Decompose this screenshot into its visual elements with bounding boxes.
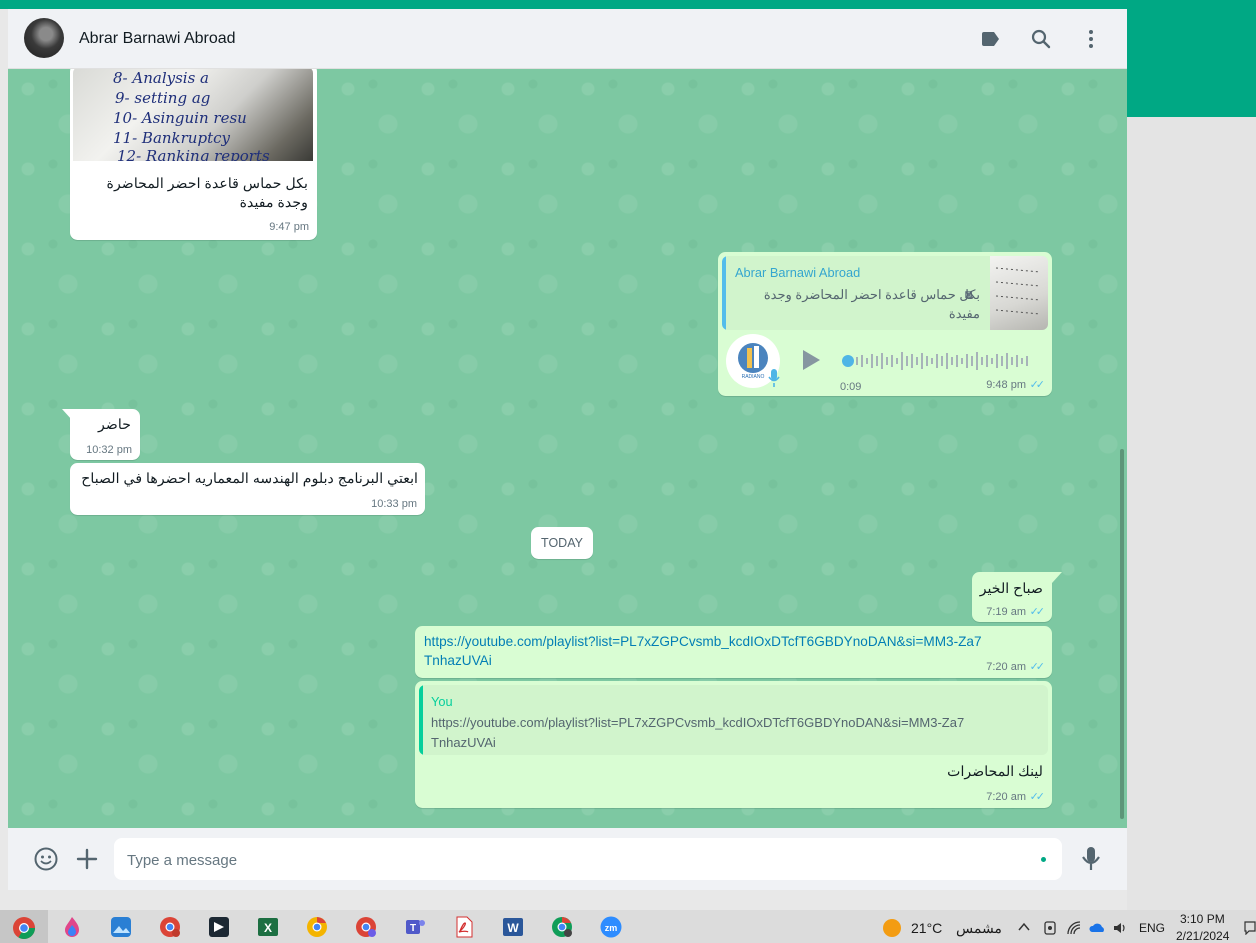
side-panel-accent: [1127, 9, 1256, 117]
message-outgoing-reply[interactable]: You https://youtube.com/playlist?list=PL…: [415, 681, 1052, 808]
onedrive-icon[interactable]: [1089, 920, 1107, 936]
excel-icon[interactable]: X: [257, 916, 279, 938]
clock-date[interactable]: 2/21/2024: [1176, 929, 1229, 943]
side-panel-background: [1127, 117, 1256, 910]
message-time: 10:33 pm: [371, 498, 417, 510]
message-incoming[interactable]: حاضر 10:32 pm: [70, 409, 140, 460]
quoted-author: Abrar Barnawi Abroad: [735, 265, 861, 280]
composer: [8, 828, 1127, 890]
taskbar-active-app[interactable]: [0, 910, 48, 943]
message-caption: بكل حماس قاعدة احضر المحاضرة وجدة مفيدة: [106, 176, 308, 211]
message-list[interactable]: 8- Analysis a 9- setting ag 10- Asinguin…: [8, 69, 1127, 828]
quoted-author: You: [431, 694, 453, 709]
message-time: 7:20 am: [986, 661, 1026, 673]
chrome-profile-icon[interactable]: [551, 916, 573, 938]
handwriting-line: 9- setting ag: [115, 89, 211, 107]
message-photo[interactable]: 8- Analysis a 9- setting ag 10- Asinguin…: [73, 69, 313, 161]
message-incoming[interactable]: ابعتي البرنامج دبلوم الهندسه المعماريه ا…: [70, 463, 425, 515]
handwriting-line: 8- Analysis a: [113, 69, 209, 87]
date-divider: TODAY: [531, 527, 593, 559]
microphone-icon[interactable]: [1081, 845, 1101, 873]
wifi-icon[interactable]: [1066, 920, 1082, 936]
capcut-icon[interactable]: [208, 916, 230, 938]
voice-duration: 0:09: [840, 381, 862, 393]
avatar[interactable]: [24, 18, 64, 58]
acrobat-icon[interactable]: [453, 916, 475, 938]
zoom-icon[interactable]: zm: [600, 916, 622, 938]
handwriting-line: 11- Bankruptcy: [113, 129, 230, 147]
message-time: 7:20 am: [986, 791, 1026, 803]
quoted-thumbnail: [990, 256, 1048, 330]
status-dot-icon: [1041, 857, 1046, 862]
windows-taskbar: X T W zm 21°C مشمس ENG 3:10 PM 2/21/2024: [0, 910, 1256, 943]
language-indicator[interactable]: ENG: [1139, 921, 1165, 935]
message-time: 7:19 am: [986, 606, 1026, 618]
quoted-text: https://youtube.com/playlist?list=PL7xZG…: [431, 715, 965, 750]
chrome-profile-icon[interactable]: [159, 916, 181, 938]
handwriting-line: 12- Ranking reports: [117, 147, 270, 161]
svg-text:RADIANO: RADIANO: [742, 374, 765, 380]
svg-text:X: X: [264, 921, 272, 935]
message-text: صباح الخير: [979, 581, 1043, 597]
play-icon[interactable]: [800, 348, 822, 372]
weather-temperature[interactable]: 21°C: [911, 920, 942, 936]
search-icon[interactable]: [1029, 27, 1053, 51]
read-ticks-icon: ✓✓: [1029, 661, 1046, 673]
photos-app-icon[interactable]: [110, 916, 132, 938]
svg-text:T: T: [410, 923, 416, 934]
message-time: 10:32 pm: [86, 444, 132, 456]
weather-label[interactable]: مشمس: [956, 920, 1002, 937]
svg-text:W: W: [507, 921, 519, 935]
message-input-box[interactable]: [114, 838, 1062, 882]
read-ticks-icon: ✓✓: [1029, 606, 1046, 618]
chrome-icon: [13, 917, 35, 939]
quoted-text: بكل حماس قاعدة احضر المحاضرة وجدة مفيدة: [763, 287, 980, 321]
chat-window: Abrar Barnawi Abroad 8- Analysis a 9- se…: [8, 9, 1127, 890]
scrollbar[interactable]: [1120, 449, 1124, 819]
flame-app-icon[interactable]: [61, 916, 83, 938]
quoted-message[interactable]: You https://youtube.com/playlist?list=PL…: [419, 685, 1048, 755]
word-icon[interactable]: W: [502, 916, 524, 938]
svg-text:zm: zm: [605, 923, 618, 933]
volume-icon[interactable]: [1112, 920, 1128, 936]
emoji-icon[interactable]: [33, 846, 59, 872]
bubble-tail: [62, 409, 72, 420]
message-incoming-image[interactable]: 8- Analysis a 9- setting ag 10- Asinguin…: [70, 69, 317, 240]
chevron-up-icon[interactable]: [1018, 922, 1030, 932]
sun-weather-icon[interactable]: [882, 918, 902, 938]
message-link[interactable]: https://youtube.com/playlist?list=PL7xZG…: [424, 632, 984, 670]
message-outgoing[interactable]: صباح الخير 7:19 am ✓✓: [972, 572, 1052, 622]
mic-icon: [768, 369, 780, 387]
chrome-profile-icon[interactable]: [355, 916, 377, 938]
bubble-tail: [1052, 572, 1062, 583]
attach-plus-icon[interactable]: [75, 847, 99, 871]
menu-icon[interactable]: [1079, 27, 1103, 51]
message-text: حاضر: [98, 417, 131, 433]
message-text: ابعتي البرنامج دبلوم الهندسه المعماريه ا…: [81, 471, 418, 487]
message-time: 9:48 pm: [986, 379, 1026, 391]
message-outgoing-voice[interactable]: Abrar Barnawi Abroad ◙ بكل حماس قاعدة اح…: [718, 252, 1052, 396]
message-text: لينك المحاضرات: [947, 764, 1043, 780]
read-ticks-icon: ✓✓: [1029, 379, 1046, 391]
message-input[interactable]: [125, 838, 1019, 882]
read-ticks-icon: ✓✓: [1029, 791, 1046, 803]
device-icon[interactable]: [1042, 920, 1058, 936]
contact-name[interactable]: Abrar Barnawi Abroad: [79, 30, 236, 48]
clock-time[interactable]: 3:10 PM: [1180, 912, 1225, 926]
message-time: 9:47 pm: [269, 221, 309, 233]
teams-icon[interactable]: T: [404, 916, 426, 938]
message-outgoing-link[interactable]: https://youtube.com/playlist?list=PL7xZG…: [415, 626, 1052, 678]
label-icon[interactable]: [979, 27, 1003, 51]
top-accent-bar: [0, 0, 1256, 9]
voice-waveform[interactable]: [842, 350, 1038, 372]
quoted-message[interactable]: Abrar Barnawi Abroad ◙ بكل حماس قاعدة اح…: [722, 256, 1048, 330]
notification-icon[interactable]: [1244, 921, 1256, 935]
chrome-icon[interactable]: [306, 916, 328, 938]
handwriting-line: 10- Asinguin resu: [113, 109, 247, 127]
chat-header[interactable]: Abrar Barnawi Abroad: [8, 9, 1127, 69]
